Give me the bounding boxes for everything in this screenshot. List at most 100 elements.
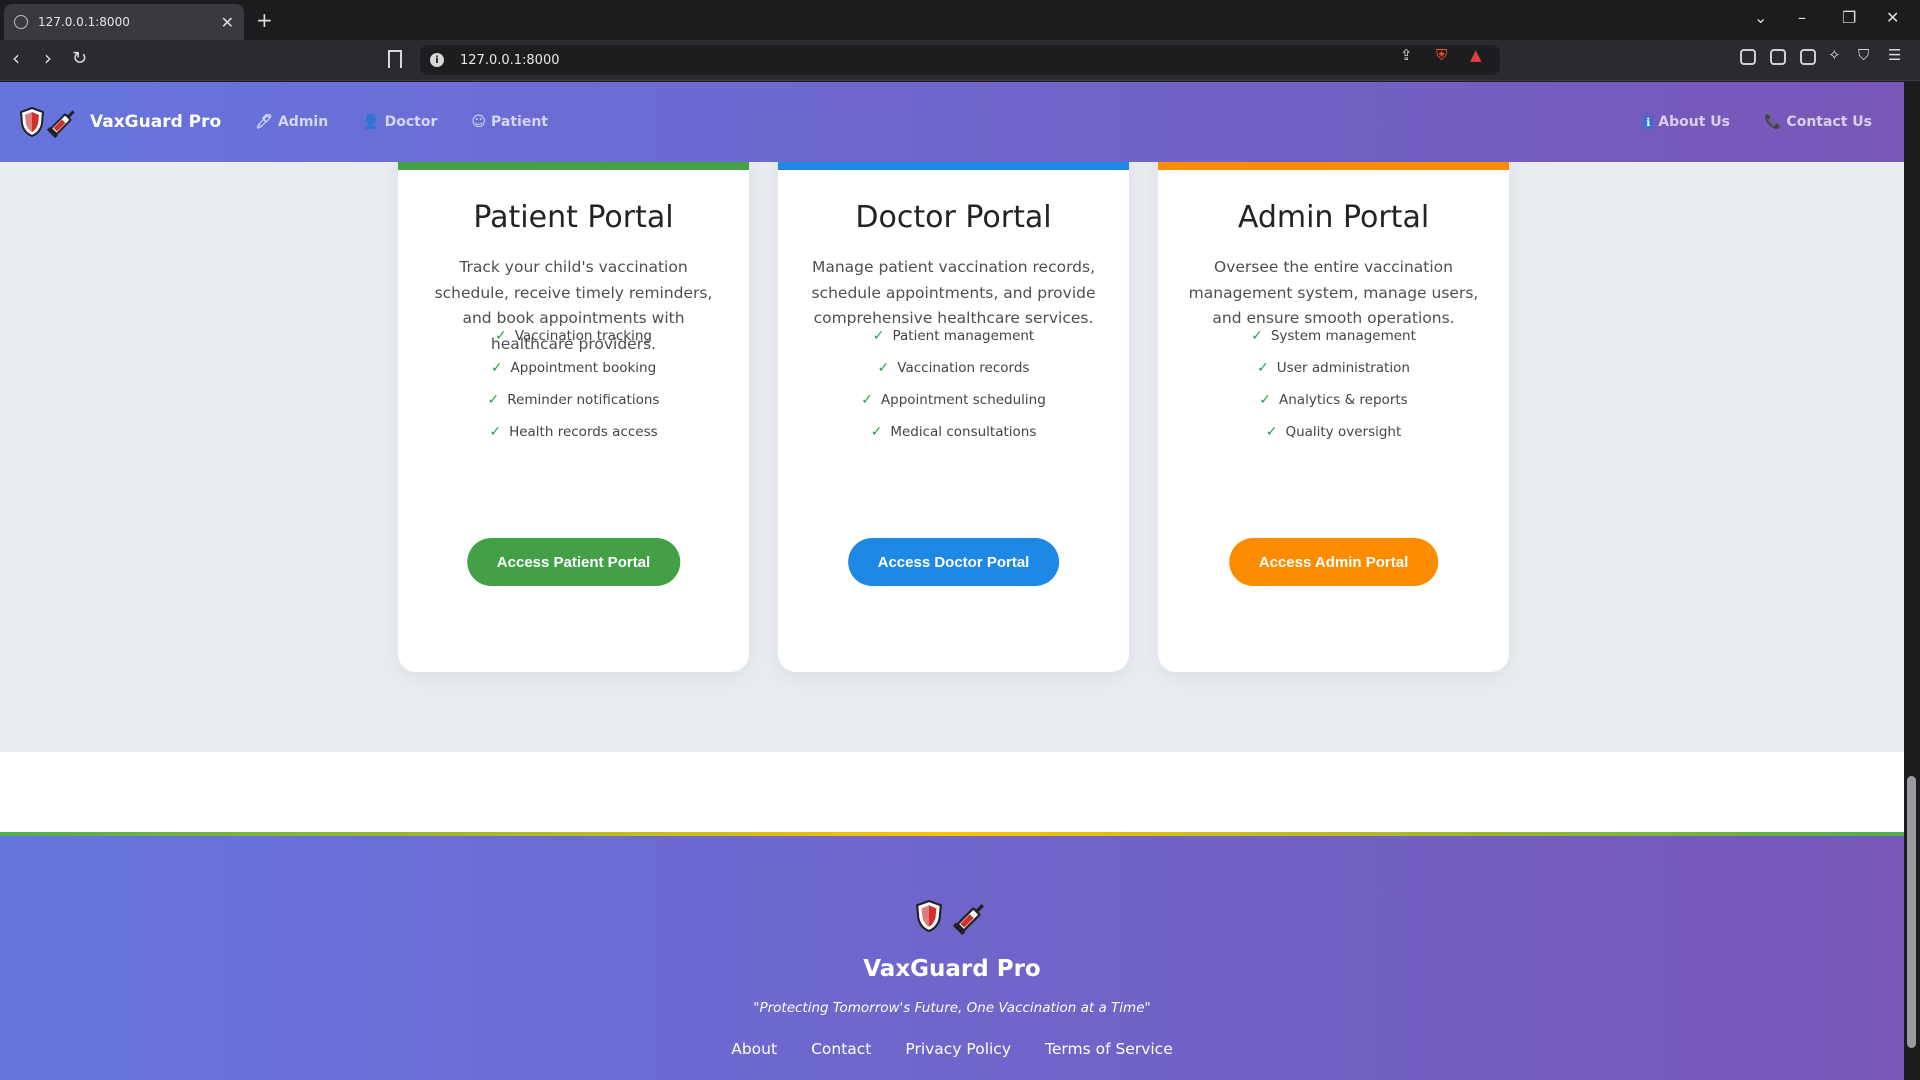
admin-portal-card: Admin Portal Oversee the entire vaccinat… [1158, 142, 1509, 672]
check-icon: ✓ [487, 392, 500, 408]
nav-link-patient[interactable]: ☺ Patient [471, 114, 548, 130]
share-icon[interactable]: ⇪ [1400, 46, 1413, 64]
reload-icon[interactable]: ↻ [72, 48, 87, 69]
tab-search-icon[interactable]: ⌄ [1754, 8, 1767, 27]
feature-label: Appointment booking [510, 360, 657, 376]
feature-item: ✓ Analytics & reports [1158, 384, 1509, 416]
scrollbar-thumb[interactable] [1907, 776, 1916, 1048]
feature-item: ✓ Vaccination tracking [398, 320, 749, 352]
card-accent-stripe [398, 162, 749, 170]
footer-link-about[interactable]: About [731, 1040, 777, 1058]
card-title: Admin Portal [1237, 200, 1430, 235]
check-icon: ✓ [1257, 360, 1269, 376]
feature-item: ✓ Appointment scheduling [778, 384, 1129, 416]
tab-title: 127.0.0.1:8000 [38, 15, 130, 29]
patient-icon: ☺ [471, 114, 486, 130]
extensions-icon[interactable] [1740, 49, 1756, 65]
access-doctor-portal-button[interactable]: Access Doctor Portal [847, 538, 1060, 586]
wallet-icon[interactable] [1800, 49, 1816, 65]
nav-link-label: Doctor [384, 114, 438, 130]
feature-label: System management [1270, 328, 1416, 344]
new-tab-button[interactable]: + [256, 8, 273, 32]
site-info-icon[interactable]: i [430, 53, 444, 67]
footer-accent-bar [0, 832, 1904, 836]
check-icon: ✓ [490, 360, 503, 376]
footer-link-terms-of-service[interactable]: Terms of Service [1045, 1040, 1173, 1058]
minimize-button[interactable]: – [1798, 8, 1806, 27]
brand-name: VaxGuard Pro [90, 112, 222, 132]
footer-link-contact[interactable]: Contact [811, 1040, 871, 1058]
phone-icon: 📞 [1763, 114, 1782, 130]
feature-item: ✓ Patient management [778, 320, 1129, 352]
footer-brand-name: VaxGuard Pro [863, 956, 1041, 982]
feature-label: Medical consultations [890, 424, 1037, 440]
feature-item: ✓ User administration [1158, 352, 1509, 384]
section-spacer [0, 752, 1904, 832]
feature-label: Patient management [892, 328, 1035, 344]
card-title: Doctor Portal [855, 200, 1052, 235]
feature-label: User administration [1276, 360, 1410, 376]
brand[interactable]: VaxGuard Pro [18, 105, 221, 139]
nav-link-contact-us[interactable]: 📞 Contact Us [1764, 114, 1872, 130]
access-patient-portal-button[interactable]: Access Patient Portal [466, 538, 681, 586]
check-icon: ✓ [872, 328, 885, 344]
syringe-icon: 🖊 [255, 114, 273, 130]
site-footer: VaxGuard Pro "Protecting Tomorrow's Futu… [0, 832, 1904, 1080]
menu-icon[interactable]: ☰ [1888, 46, 1901, 64]
feature-label: Quality oversight [1285, 424, 1402, 440]
nav-link-label: Contact Us [1786, 114, 1872, 130]
close-window-button[interactable]: ✕ [1886, 8, 1899, 27]
feature-label: Reminder notifications [507, 392, 660, 408]
forward-icon[interactable]: › [44, 46, 52, 70]
info-icon: ℹ [1643, 115, 1654, 129]
footer-tagline: "Protecting Tomorrow's Future, One Vacci… [753, 1000, 1151, 1016]
rewards-icon[interactable]: ▲ [1470, 46, 1482, 64]
close-tab-icon[interactable]: ✕ [221, 13, 234, 32]
feature-label: Health records access [509, 424, 658, 440]
shield-icon [19, 106, 45, 138]
nav-link-about-us[interactable]: ℹ About Us [1643, 114, 1730, 130]
restore-button[interactable]: ❐ [1842, 8, 1856, 27]
check-icon: ✓ [877, 360, 890, 376]
sidebar-icon[interactable] [1770, 49, 1786, 65]
shield-icon [916, 899, 942, 933]
feature-list: ✓ System management ✓ User administration … [1158, 320, 1509, 448]
nav-link-label: About Us [1658, 114, 1730, 130]
browser-tab-strip: 127.0.0.1:8000 ✕ + ⌄ – ❐ ✕ [0, 0, 1920, 40]
feature-item: ✓ Vaccination records [778, 352, 1129, 384]
brave-shield-icon[interactable]: ⛨ [1436, 46, 1447, 64]
feature-item: ✓ Health records access [398, 416, 749, 448]
feature-label: Analytics & reports [1279, 392, 1408, 408]
feature-item: ✓ Reminder notifications [398, 384, 749, 416]
bookmark-icon[interactable] [388, 50, 402, 68]
feature-item: ✓ Appointment booking [398, 352, 749, 384]
portals-section: Patient Portal Track your child's vaccin… [0, 142, 1904, 752]
globe-icon [14, 15, 28, 29]
browser-toolbar: ‹ › ↻ i 127.0.0.1:8000 ⇪ ⛨ ▲ ✧ ⛉ ☰ [0, 40, 1920, 81]
footer-logo [914, 898, 990, 936]
nav-link-admin[interactable]: 🖊 Admin [255, 114, 328, 130]
page-viewport: VaxGuard Pro 🖊 Admin 👤 Doctor ☺ Patient … [0, 82, 1904, 1080]
feature-label: Vaccination records [897, 360, 1030, 376]
nav-link-label: Admin [277, 114, 329, 130]
patient-portal-card: Patient Portal Track your child's vaccin… [398, 142, 749, 672]
check-icon: ✓ [489, 424, 502, 440]
syringe-icon [952, 903, 985, 936]
vpn-icon[interactable]: ⛉ [1858, 46, 1869, 64]
feature-item: ✓ Quality oversight [1158, 416, 1509, 448]
feature-item: ✓ Medical consultations [778, 416, 1129, 448]
check-icon: ✓ [1265, 424, 1278, 440]
leo-ai-icon[interactable]: ✧ [1828, 46, 1841, 64]
url-text: 127.0.0.1:8000 [460, 52, 560, 68]
back-icon[interactable]: ‹ [12, 46, 20, 70]
doctor-icon: 👤 [362, 114, 380, 130]
access-admin-portal-button[interactable]: Access Admin Portal [1228, 538, 1439, 586]
footer-link-privacy-policy[interactable]: Privacy Policy [905, 1040, 1011, 1058]
nav-link-doctor[interactable]: 👤 Doctor [362, 114, 437, 130]
check-icon: ✓ [1251, 328, 1263, 344]
address-bar[interactable]: i 127.0.0.1:8000 [420, 45, 1500, 75]
browser-tab[interactable]: 127.0.0.1:8000 ✕ [4, 4, 244, 40]
feature-item: ✓ System management [1158, 320, 1509, 352]
footer-links: About Contact Privacy Policy Terms of Se… [0, 1040, 1904, 1058]
feature-label: Vaccination tracking [514, 328, 652, 344]
